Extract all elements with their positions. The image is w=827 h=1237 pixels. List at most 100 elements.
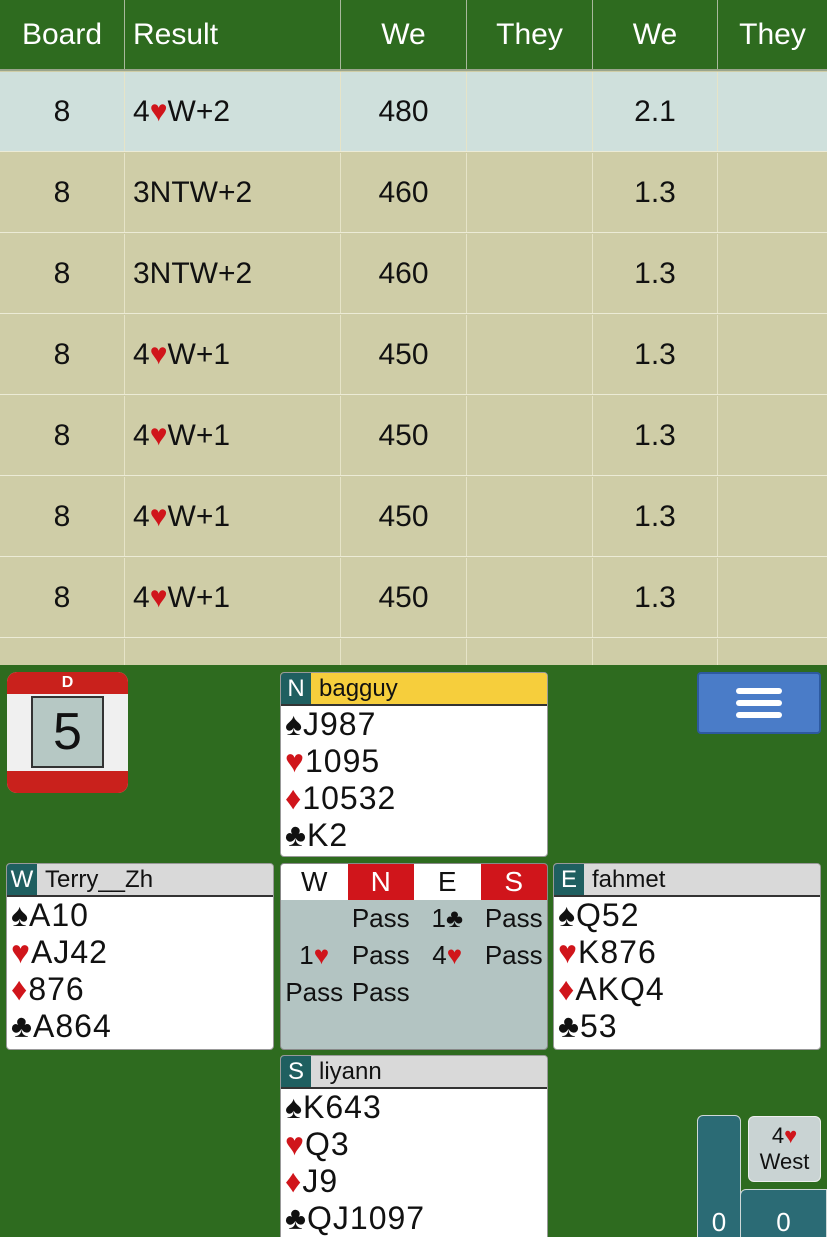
cell-board: 8 xyxy=(0,396,125,475)
spades-holding: ♠J987 xyxy=(285,706,377,742)
player-name: liyann xyxy=(319,1057,382,1085)
cell-they-imps xyxy=(718,315,827,394)
clubs-holding: ♣53 xyxy=(558,1008,618,1044)
cell-we-score: 450 xyxy=(341,558,467,637)
cell-we-imps: 1.3 xyxy=(593,558,718,637)
header-we-imps[interactable]: We xyxy=(593,0,718,69)
club-icon: ♣ xyxy=(285,1200,307,1236)
auction-round: 1 ♥ Pass 4 ♥ Pass xyxy=(281,937,547,974)
table-row[interactable]: 8 4 ♥ W+1 450 1.3 xyxy=(0,396,827,476)
menu-button[interactable] xyxy=(697,672,821,734)
bid: Pass xyxy=(351,977,410,1007)
cell-they-imps xyxy=(718,558,827,637)
bidding-box[interactable]: W N E S Pass 1♣ Pass 1 ♥ Pass 4 ♥ Pass Pas… xyxy=(280,863,548,1050)
heart-icon: ♥ xyxy=(149,499,168,533)
header-we-score[interactable]: We xyxy=(341,0,467,69)
spades-holding: ♠K643 xyxy=(285,1089,382,1125)
heart-icon: ♥ xyxy=(149,337,168,371)
seat-label: N xyxy=(281,673,311,704)
cell-board: 8 xyxy=(0,477,125,556)
club-icon: ♣ xyxy=(11,1008,33,1044)
table-row[interactable]: 8 3NTW+2 460 1.3 xyxy=(0,234,827,314)
cell-they-score xyxy=(467,396,593,475)
cell-result: 4 ♥ W+2 xyxy=(125,72,341,151)
header-board[interactable]: Board xyxy=(0,0,125,69)
cell-they-imps xyxy=(718,153,827,232)
cell-they-score xyxy=(467,477,593,556)
tricks-declarer: 0 xyxy=(697,1115,741,1237)
cell-they-score xyxy=(467,234,593,313)
bid: Pass xyxy=(285,977,344,1007)
dealer-marker: D xyxy=(61,674,74,691)
diamond-icon: ♦ xyxy=(285,1163,303,1199)
auction-round: Pass Pass xyxy=(281,974,547,1011)
bid: Pass xyxy=(484,940,543,970)
header-result[interactable]: Result xyxy=(125,0,341,69)
spade-icon: ♠ xyxy=(285,1089,303,1125)
heart-icon: ♥ xyxy=(11,934,31,970)
clubs-holding: ♣QJ1097 xyxy=(285,1200,426,1236)
hearts-holding: ♥Q3 xyxy=(285,1126,350,1162)
board-number: 5 xyxy=(31,696,104,768)
contract-badge: 4♥ West xyxy=(748,1116,821,1182)
board-number-indicator[interactable]: D 5 xyxy=(7,672,128,793)
table-header: Board Result We They We They xyxy=(0,0,827,71)
bid xyxy=(281,900,348,937)
heart-icon: ♥ xyxy=(149,418,168,452)
hearts-holding: ♥1095 xyxy=(285,743,381,779)
header-they-imps[interactable]: They xyxy=(718,0,827,69)
cell-board: 8 xyxy=(0,72,125,151)
hand-west[interactable]: W Terry__Zh ♠A10 ♥AJ42 ♦876 ♣A864 xyxy=(6,863,274,1050)
heart-icon: ♥ xyxy=(285,743,305,779)
bid: 4 ♥ xyxy=(432,940,463,970)
cell-we-imps: 2.1 xyxy=(593,72,718,151)
cell-they-imps xyxy=(718,477,827,556)
cell-we-imps: 1.3 xyxy=(593,396,718,475)
cell-result: 4 ♥ W+1 xyxy=(125,558,341,637)
diamonds-holding: ♦876 xyxy=(11,971,85,1007)
declarer-label: West xyxy=(759,1149,810,1174)
table-row[interactable]: 8 4 ♥ W+1 450 1.3 xyxy=(0,558,827,638)
bid xyxy=(481,974,548,1011)
cell-board: 8 xyxy=(0,234,125,313)
diamond-icon: ♦ xyxy=(11,971,29,1007)
cell-they-score xyxy=(467,558,593,637)
table-row[interactable]: 8 4 ♥ W+2 480 2.1 xyxy=(0,72,827,152)
hand-east[interactable]: E fahmet ♠Q52 ♥K876 ♦AKQ4 ♣53 xyxy=(553,863,821,1050)
heart-icon: ♥ xyxy=(285,1126,305,1162)
clubs-holding: ♣K2 xyxy=(285,817,349,853)
diamonds-holding: ♦10532 xyxy=(285,780,397,816)
table-row[interactable]: 8 3NTW+2 460 1.3 xyxy=(0,153,827,233)
auction-seat-east: E xyxy=(414,864,481,900)
cell-we-imps: 1.3 xyxy=(593,234,718,313)
bid: Pass xyxy=(484,903,543,933)
hand-north[interactable]: N bagguy ♠J987 ♥1095 ♦10532 ♣K2 xyxy=(280,672,548,857)
hand-south[interactable]: S liyann ♠K643 ♥Q3 ♦J9 ♣QJ1097 xyxy=(280,1055,548,1237)
table-row[interactable] xyxy=(0,639,827,665)
seat-label: S xyxy=(281,1056,311,1087)
cell-result: 4 ♥ W+1 xyxy=(125,396,341,475)
cell-board: 8 xyxy=(0,315,125,394)
table-row[interactable]: 8 4 ♥ W+1 450 1.3 xyxy=(0,477,827,557)
hamburger-icon xyxy=(736,688,782,694)
auction-seat-north: N xyxy=(347,864,414,900)
club-icon: ♣ xyxy=(285,817,307,853)
tricks-defense: 0 xyxy=(740,1189,827,1237)
cell-result: 3NTW+2 xyxy=(125,234,341,313)
cell-board: 8 xyxy=(0,153,125,232)
bid: 1♣ xyxy=(431,903,464,933)
cell-result: 4 ♥ W+1 xyxy=(125,477,341,556)
cell-they-imps xyxy=(718,234,827,313)
cell-we-imps: 1.3 xyxy=(593,477,718,556)
diamonds-holding: ♦J9 xyxy=(285,1163,339,1199)
cell-we-imps: 1.3 xyxy=(593,153,718,232)
cell-we-score: 460 xyxy=(341,153,467,232)
heart-icon: ♥ xyxy=(784,1123,798,1148)
table-row[interactable]: 8 4 ♥ W+1 450 1.3 xyxy=(0,315,827,395)
heart-icon: ♥ xyxy=(149,580,168,614)
seat-label: W xyxy=(7,864,37,895)
header-they-score[interactable]: They xyxy=(467,0,593,69)
bid: 1 ♥ xyxy=(299,940,330,970)
diamond-icon: ♦ xyxy=(285,780,303,816)
cell-we-score: 460 xyxy=(341,234,467,313)
